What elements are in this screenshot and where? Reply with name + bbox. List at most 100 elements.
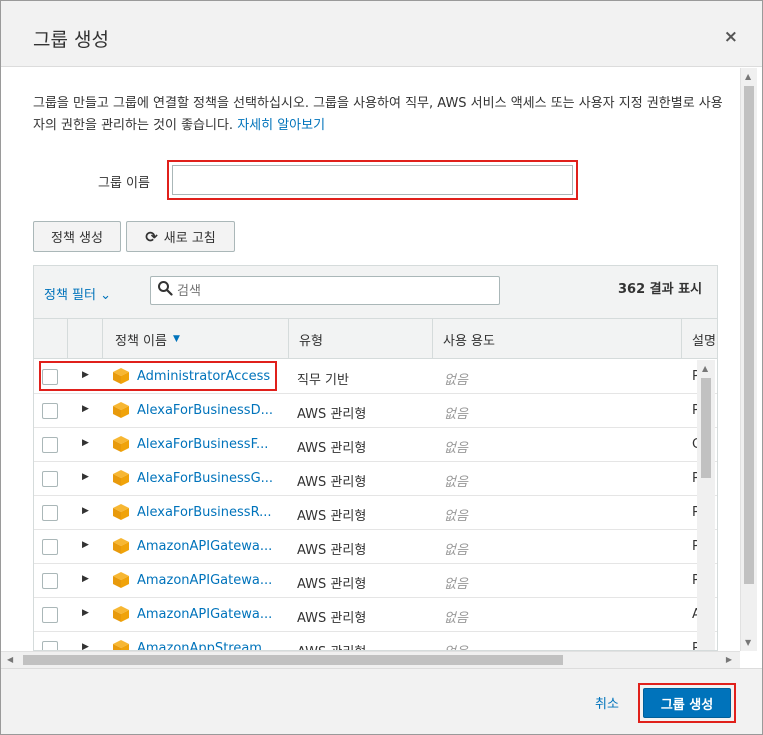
policy-usage: 없음 xyxy=(444,641,468,650)
scroll-left-icon[interactable]: ◀ xyxy=(7,655,13,664)
create-policy-button[interactable]: 정책 생성 xyxy=(33,221,121,252)
policy-type: AWS 관리형 xyxy=(297,641,366,650)
table-row[interactable]: ▶ AlexaForBusinessD... AWS 관리형 없음 P xyxy=(34,394,717,428)
expand-caret-icon[interactable]: ▶ xyxy=(82,608,89,618)
policy-usage: 없음 xyxy=(444,611,468,626)
row-checkbox[interactable] xyxy=(42,607,58,623)
row-checkbox[interactable] xyxy=(42,505,58,521)
dialog-vertical-scrollbar[interactable]: ▲ ▼ xyxy=(740,68,757,651)
policy-type: AWS 관리형 xyxy=(297,611,367,626)
policy-cube-icon xyxy=(113,640,129,650)
scroll-right-icon[interactable]: ▶ xyxy=(726,655,732,664)
table-row[interactable]: ▶ AmazonAPIGatewa... AWS 관리형 없음 P xyxy=(34,564,717,598)
policy-usage: 없음 xyxy=(444,373,468,388)
dialog-header: 그룹 생성 × xyxy=(1,1,762,67)
table-row[interactable]: ▶ AlexaForBusinessG... AWS 관리형 없음 P xyxy=(34,462,717,496)
refresh-button[interactable]: ⟳ 새로 고침 xyxy=(126,221,235,252)
horizontal-scroll-thumb[interactable] xyxy=(23,655,563,665)
description: 그룹을 만들고 그룹에 연결할 정책을 선택하십시오. 그룹을 사용하여 직무,… xyxy=(33,93,733,137)
header-checkbox-cell xyxy=(34,319,68,359)
policy-name-link[interactable]: AmazonAppStream xyxy=(137,641,262,650)
result-count: 362 결과 표시 xyxy=(618,282,703,297)
dialog-body: 그룹을 만들고 그룹에 연결할 정책을 선택하십시오. 그룹을 사용하여 직무,… xyxy=(1,68,762,668)
scroll-up-icon[interactable]: ▲ xyxy=(745,72,751,81)
row-checkbox[interactable] xyxy=(42,641,58,650)
scroll-down-icon[interactable]: ▼ xyxy=(745,638,751,647)
policy-type: AWS 관리형 xyxy=(297,441,367,456)
table-row[interactable]: ▶AmazonAPIGatewa...AWS 관리형없음A xyxy=(34,598,717,632)
column-header-name[interactable]: 정책 이름 ▼ xyxy=(103,319,289,359)
policy-type: 직무 기반 xyxy=(297,373,349,388)
cancel-link[interactable]: 취소 xyxy=(595,693,619,712)
expand-caret-icon[interactable]: ▶ xyxy=(82,472,89,482)
policy-type: AWS 관리형 xyxy=(297,543,367,558)
policy-usage: 없음 xyxy=(444,543,468,558)
column-description-label: 설명 xyxy=(692,333,716,349)
row-checkbox[interactable] xyxy=(42,573,58,589)
expand-caret-icon[interactable]: ▶ xyxy=(82,404,89,414)
table-row[interactable]: ▶AmazonAppStreamAWS 관리형없음P xyxy=(34,632,717,650)
policy-type: AWS 관리형 xyxy=(297,407,367,422)
search-icon xyxy=(158,281,173,296)
chevron-down-icon: ⌄ xyxy=(100,288,112,303)
column-type-label: 유형 xyxy=(299,333,323,349)
policy-table: 정책 필터 ⌄ 362 결과 표시 정책 이름 ▼ xyxy=(33,265,718,651)
column-header-description[interactable]: 설명 xyxy=(682,319,717,359)
dialog-horizontal-scrollbar[interactable]: ◀ ▶ xyxy=(1,651,740,668)
group-name-label: 그룹 이름 xyxy=(98,176,150,191)
policy-name-link[interactable]: AlexaForBusinessR... xyxy=(137,505,272,520)
policy-usage: 없음 xyxy=(444,509,468,524)
column-usage-label: 사용 용도 xyxy=(443,333,495,349)
policy-name-link[interactable]: AlexaForBusinessG... xyxy=(137,471,273,486)
header-expand-cell xyxy=(68,319,103,359)
create-group-button[interactable]: 그룹 생성 xyxy=(643,688,731,718)
policy-usage: 없음 xyxy=(444,475,468,490)
policy-cube-icon xyxy=(113,538,129,554)
table-header: 정책 이름 ▼ 유형 사용 용도 설명 xyxy=(34,319,717,359)
first-row-highlight xyxy=(39,361,277,391)
row-checkbox[interactable] xyxy=(42,403,58,419)
table-vertical-scrollbar[interactable]: ▲ xyxy=(697,360,715,650)
policy-cube-icon xyxy=(113,436,129,452)
policy-usage: 없음 xyxy=(444,441,468,456)
table-row[interactable]: ▶ AlexaForBusinessR... AWS 관리형 없음 P xyxy=(34,496,717,530)
table-row[interactable]: ▶ AmazonAPIGatewa... AWS 관리형 없음 P xyxy=(34,530,717,564)
policy-name-link[interactable]: AmazonAPIGatewa... xyxy=(137,573,272,588)
refresh-icon: ⟳ xyxy=(145,227,158,246)
policy-cube-icon xyxy=(113,470,129,486)
table-row[interactable]: ▶AlexaForBusinessF...AWS 관리형없음G xyxy=(34,428,717,462)
sort-down-icon: ▼ xyxy=(172,334,180,344)
policy-name-link[interactable]: AmazonAPIGatewa... xyxy=(137,539,272,554)
column-name-label: 정책 이름 xyxy=(115,333,167,349)
create-group-highlight: 그룹 생성 xyxy=(638,683,736,723)
column-header-usage[interactable]: 사용 용도 xyxy=(433,319,682,359)
search-input[interactable] xyxy=(177,277,495,304)
row-checkbox[interactable] xyxy=(42,437,58,453)
expand-caret-icon[interactable]: ▶ xyxy=(82,438,89,448)
dialog-title: 그룹 생성 xyxy=(33,29,109,51)
expand-caret-icon[interactable]: ▶ xyxy=(82,642,89,650)
group-name-highlight xyxy=(167,160,578,200)
filter-bar: 정책 필터 ⌄ 362 결과 표시 xyxy=(34,266,717,319)
policy-name-link[interactable]: AmazonAPIGatewa... xyxy=(137,607,272,622)
policy-name-link[interactable]: AlexaForBusinessD... xyxy=(137,403,273,418)
learn-more-link[interactable]: 자세히 알아보기 xyxy=(237,118,325,133)
scroll-up-icon[interactable]: ▲ xyxy=(702,364,708,373)
group-name-input[interactable] xyxy=(172,165,573,195)
row-checkbox[interactable] xyxy=(42,471,58,487)
policy-filter-dropdown[interactable]: 정책 필터 ⌄ xyxy=(44,284,111,303)
search-box[interactable] xyxy=(150,276,500,305)
policy-filter-label: 정책 필터 xyxy=(44,288,96,303)
close-icon[interactable]: × xyxy=(724,27,738,47)
policy-cube-icon xyxy=(113,504,129,520)
table-scroll-thumb[interactable] xyxy=(701,378,711,478)
description-text: 그룹을 만들고 그룹에 연결할 정책을 선택하십시오. 그룹을 사용하여 직무,… xyxy=(33,96,723,133)
column-header-type[interactable]: 유형 xyxy=(289,319,433,359)
row-checkbox[interactable] xyxy=(42,539,58,555)
expand-caret-icon[interactable]: ▶ xyxy=(82,574,89,584)
expand-caret-icon[interactable]: ▶ xyxy=(82,540,89,550)
policy-name-link[interactable]: AlexaForBusinessF... xyxy=(137,437,268,452)
dialog-footer: 취소 그룹 생성 xyxy=(1,668,762,734)
dialog-scroll-thumb[interactable] xyxy=(744,86,754,584)
expand-caret-icon[interactable]: ▶ xyxy=(82,506,89,516)
